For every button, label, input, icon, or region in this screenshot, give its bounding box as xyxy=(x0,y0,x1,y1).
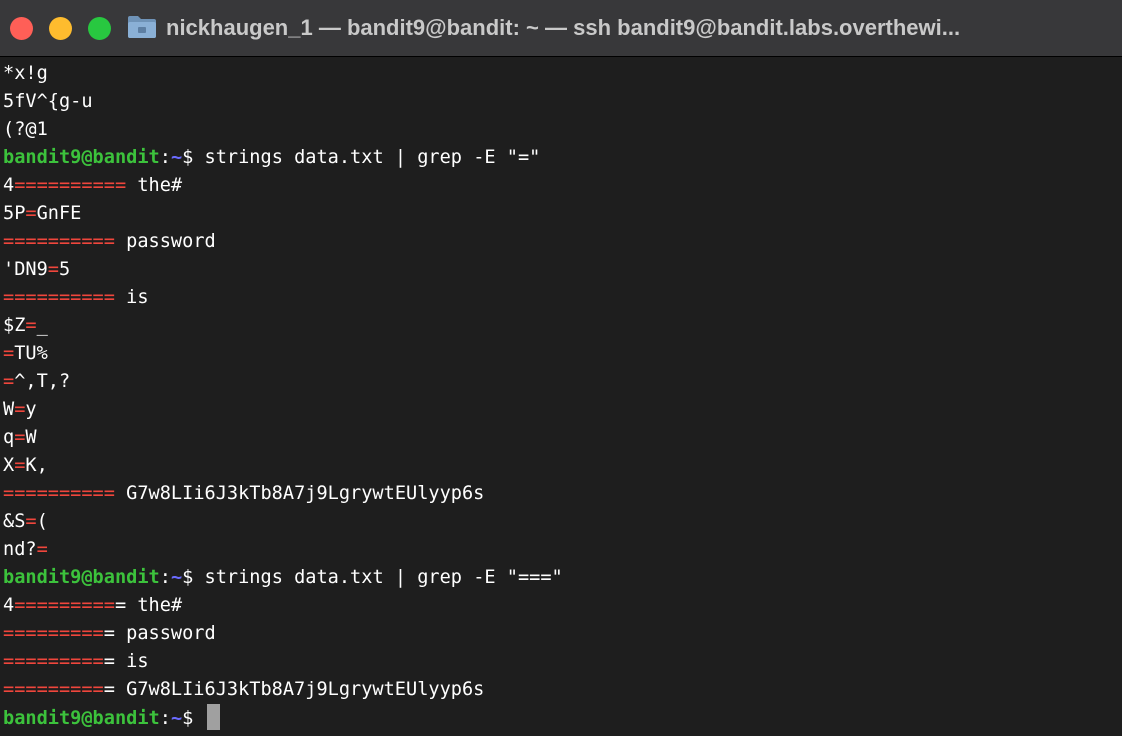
output-text: : xyxy=(159,708,171,729)
grep-match: ========= xyxy=(3,651,104,672)
folder-icon xyxy=(128,16,156,38)
grep-match: = xyxy=(25,203,37,224)
output-text: 5fV^{g-u xyxy=(3,91,93,112)
output-text: 5 xyxy=(58,259,71,280)
prompt-path: ~ xyxy=(170,567,183,588)
grep-match: = xyxy=(25,315,37,336)
prompt-path: ~ xyxy=(170,147,183,168)
prompt-user: bandit9@bandit xyxy=(3,147,160,168)
output-text: _ xyxy=(36,315,48,336)
terminal-line: bandit9@bandit:~$ strings data.txt | gre… xyxy=(3,564,1119,592)
terminal-line: ========== is xyxy=(3,648,1119,676)
terminal-line: ========== G7w8LIi6J3kTb8A7j9LgrywtEUlyy… xyxy=(3,676,1119,704)
grep-match: ========== xyxy=(3,483,115,504)
terminal-line: =TU% xyxy=(3,340,1119,368)
terminal-line: 'DN9=5 xyxy=(3,256,1119,284)
output-text: password xyxy=(114,231,216,252)
prompt-path: ~ xyxy=(170,708,183,729)
output-text: $ strings data.txt | grep -E "===" xyxy=(182,567,563,588)
output-text: &S xyxy=(3,511,26,532)
terminal-output[interactable]: *x!g 5fV^{g-u (?@1 bandit9@bandit:~$ string… xyxy=(3,60,1119,734)
output-text: y xyxy=(25,399,37,420)
terminal-line: W=y xyxy=(3,396,1119,424)
terminal-line: ========== password xyxy=(3,620,1119,648)
output-text: K, xyxy=(25,455,48,476)
grep-match: = xyxy=(14,399,26,420)
terminal-line: bandit9@bandit:~$ xyxy=(3,704,1119,732)
terminal-line: ========== G7w8LIi6J3kTb8A7j9LgrywtEUlyy… xyxy=(3,480,1119,508)
prompt-user: bandit9@bandit xyxy=(3,567,160,588)
output-text: q xyxy=(3,427,15,448)
terminal-window: nickhaugen_1 — bandit9@bandit: ~ — ssh b… xyxy=(0,0,1122,736)
output-text: W xyxy=(25,427,37,448)
terminal-line: &S=( xyxy=(3,508,1119,536)
grep-match: = xyxy=(47,259,59,280)
terminal-line: $Z=_ xyxy=(3,312,1119,340)
grep-match: = xyxy=(36,539,48,560)
output-text: ^,T,? xyxy=(14,371,71,392)
close-window-button[interactable] xyxy=(10,17,33,40)
output-text: TU% xyxy=(14,343,48,364)
output-text: is xyxy=(114,287,149,308)
terminal-line: 5P=GnFE xyxy=(3,200,1119,228)
terminal-line: X=K, xyxy=(3,452,1119,480)
output-text: : xyxy=(159,147,171,168)
output-text: W xyxy=(3,399,15,420)
output-text: 4 xyxy=(3,175,15,196)
output-text: X xyxy=(3,455,15,476)
grep-match: ========== xyxy=(14,175,127,196)
output-text: GnFE xyxy=(36,203,82,224)
title-bar[interactable]: nickhaugen_1 — bandit9@bandit: ~ — ssh b… xyxy=(0,0,1122,57)
grep-match: ========= xyxy=(14,595,115,616)
grep-match: ========= xyxy=(3,623,104,644)
output-text: G7w8LIi6J3kTb8A7j9LgrywtEUlyyp6s xyxy=(114,483,485,504)
output-text: = the# xyxy=(114,595,183,616)
output-text: = password xyxy=(103,623,216,644)
terminal-line: bandit9@bandit:~$ strings data.txt | gre… xyxy=(3,144,1119,172)
zoom-window-button[interactable] xyxy=(88,17,111,40)
output-text: $ strings data.txt | grep -E "=" xyxy=(182,147,541,168)
terminal-line: (?@1 xyxy=(3,116,1119,144)
grep-match: ========= xyxy=(3,679,104,700)
output-text: = G7w8LIi6J3kTb8A7j9LgrywtEUlyyp6s xyxy=(103,679,485,700)
output-text: 4 xyxy=(3,595,15,616)
output-text: : xyxy=(159,567,171,588)
minimize-window-button[interactable] xyxy=(49,17,72,40)
terminal-line: ========== is xyxy=(3,284,1119,312)
terminal-line: q=W xyxy=(3,424,1119,452)
output-text: 5P xyxy=(3,203,26,224)
terminal-line: ========== password xyxy=(3,228,1119,256)
grep-match: = xyxy=(14,427,26,448)
terminal-line: *x!g xyxy=(3,60,1119,88)
output-text: nd? xyxy=(3,539,37,560)
window-title: nickhaugen_1 — bandit9@bandit: ~ — ssh b… xyxy=(166,15,961,40)
output-text: $Z xyxy=(3,315,26,336)
grep-match: ========== xyxy=(3,231,115,252)
grep-match: = xyxy=(25,511,37,532)
output-text: *x!g xyxy=(3,63,48,84)
terminal-line: 5fV^{g-u xyxy=(3,88,1119,116)
grep-match: = xyxy=(14,455,26,476)
output-text: the# xyxy=(126,175,183,196)
terminal-line: nd?= xyxy=(3,536,1119,564)
output-text: = is xyxy=(103,651,149,672)
prompt-user: bandit9@bandit xyxy=(3,708,160,729)
output-text: $ xyxy=(182,708,205,729)
terminal-line: 4========== the# xyxy=(3,172,1119,200)
terminal-cursor xyxy=(206,704,220,730)
grep-match: = xyxy=(3,371,15,392)
terminal-line: 4========== the# xyxy=(3,592,1119,620)
output-text: ( xyxy=(36,511,48,532)
terminal-line: =^,T,? xyxy=(3,368,1119,396)
grep-match: ========== xyxy=(3,287,115,308)
output-text: 'DN9 xyxy=(3,259,48,280)
output-text: (?@1 xyxy=(3,119,48,140)
grep-match: = xyxy=(3,343,15,364)
